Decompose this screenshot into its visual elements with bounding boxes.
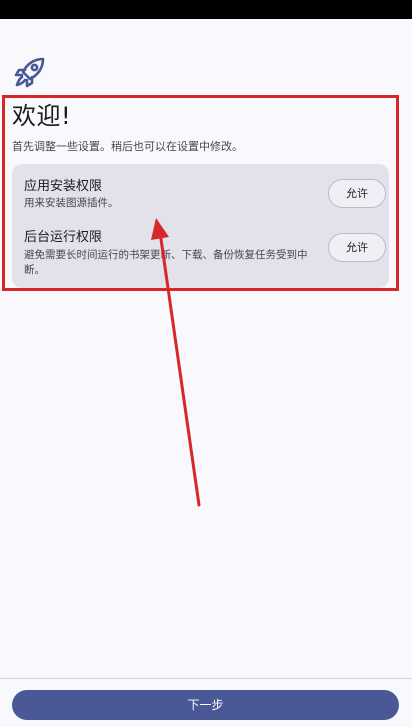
next-step-button[interactable]: 下一步 [12, 690, 399, 720]
permissions-card: 应用安装权限 用来安装图源插件。 允许 后台运行权限 避免需要长时间运行的书架更… [12, 164, 389, 288]
background-permission-title: 后台运行权限 [24, 230, 103, 245]
rocket-icon [14, 57, 45, 88]
onboarding-screen: 欢迎! 首先调整一些设置。稍后也可以在设置中修改。 应用安装权限 用来安装图源插… [0, 0, 412, 727]
welcome-title: 欢迎! [12, 102, 72, 130]
background-permission-allow-button[interactable]: 允许 [328, 233, 386, 262]
install-permission-title: 应用安装权限 [24, 179, 103, 194]
install-permission-allow-button[interactable]: 允许 [328, 179, 386, 208]
bottom-divider [0, 678, 412, 679]
status-bar [0, 0, 412, 19]
permission-row-background: 后台运行权限 避免需要长时间运行的书架更新、下载、备份恢复任务受到中断。 允许 [12, 222, 389, 288]
background-permission-description: 避免需要长时间运行的书架更新、下载、备份恢复任务受到中断。 [24, 249, 308, 276]
welcome-subtitle: 首先调整一些设置。稍后也可以在设置中修改。 [12, 140, 243, 153]
permission-row-install: 应用安装权限 用来安装图源插件。 允许 [12, 164, 389, 222]
install-permission-description: 用来安装图源插件。 [24, 197, 119, 209]
